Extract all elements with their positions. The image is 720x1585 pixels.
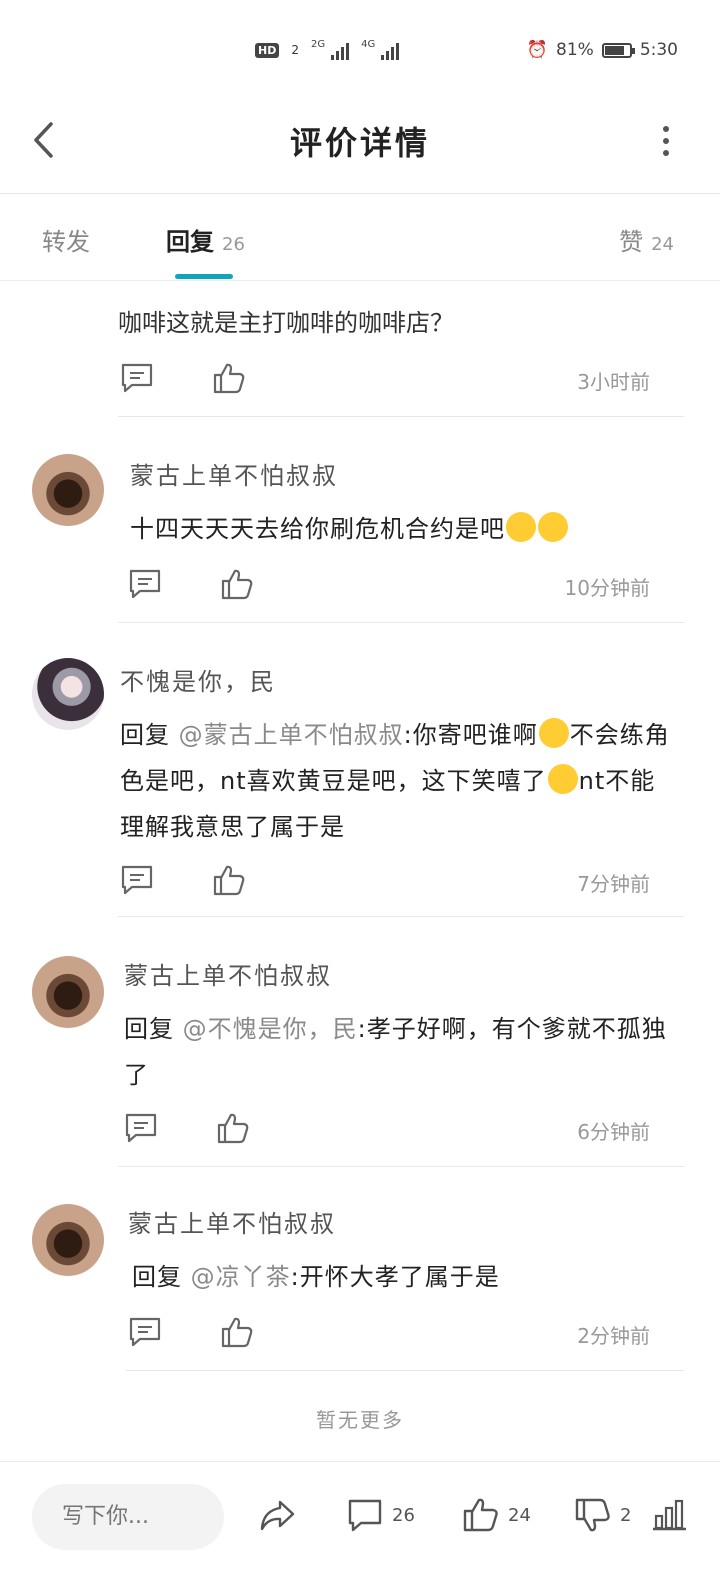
comment-text: 回复 @凉丫茶:开怀大孝了属于是 [132,1263,500,1291]
comment-icon [348,1499,382,1532]
comment-button[interactable]: 26 [346,1496,415,1534]
share-button[interactable] [258,1496,296,1534]
more-dot-icon [663,138,669,144]
network-indicators: HD 2 2G 4G [255,38,400,60]
divider [126,1370,684,1371]
reply-icon[interactable] [124,1112,158,1144]
bar-chart-icon [653,1499,686,1531]
no-more-text: 暂无更多 [316,1408,404,1432]
battery-icon [601,42,635,58]
active-tab-indicator [175,274,233,279]
network-type-2: 4G [361,38,376,50]
header: 评价详情 [0,100,720,194]
tab-forward[interactable]: 转发 [42,222,90,257]
more-dot-icon [663,126,669,132]
comment-time: 10分钟前 [564,576,650,600]
thumbs-up-icon[interactable] [220,1316,254,1348]
hd-badge: HD [255,42,280,58]
comment-count: 26 [392,1504,415,1526]
thumbs-up-icon[interactable] [216,1112,250,1144]
reply-count: 26 [222,234,245,255]
mention-link[interactable]: @凉丫茶 [191,1263,291,1291]
thumbs-down-icon [575,1498,610,1532]
divider [118,916,684,917]
thumbs-up-icon [463,1498,498,1532]
avatar[interactable] [32,658,104,730]
thumbs-up-icon[interactable] [212,864,246,896]
comment-author[interactable]: 蒙古上单不怕叔叔 [128,1204,336,1239]
tab-reply[interactable]: 回复 26 [166,222,245,257]
divider [118,1166,684,1167]
avatar[interactable] [32,454,104,526]
rofl-emoji-icon [547,764,578,794]
divider [118,622,684,623]
sim-number: 2 [291,43,299,57]
dislike-button[interactable]: 2 [574,1496,631,1534]
page-title: 评价详情 [289,124,430,162]
avatar[interactable] [32,956,104,1028]
battery-fill [604,45,625,55]
hugging-emoji-icon [538,718,569,748]
dislike-count: 2 [620,1504,632,1526]
like-count: 24 [508,1504,531,1526]
avatar[interactable] [32,1204,104,1276]
status-bar: HD 2 2G 4G ⏰ 81% 5:30 [0,0,720,100]
like-button[interactable]: 24 [462,1496,531,1534]
mention-link[interactable]: @蒙古上单不怕叔叔 [179,721,404,749]
comment-author[interactable]: 不愧是你，民 [120,662,276,697]
divider [118,416,684,417]
sweat-smile-emoji-icon [538,512,568,542]
more-dot-icon [663,150,669,156]
comment-time: 2分钟前 [577,1324,650,1348]
more-options-button[interactable] [656,126,676,156]
comment-list[interactable]: 咖啡这就是主打咖啡的咖啡店？ 3小时前 蒙古上单不怕叔叔 十四天天天去给你刷危机… [0,280,720,1460]
like-count: 24 [651,234,674,255]
comment-author[interactable]: 蒙古上单不怕叔叔 [130,456,338,491]
sweat-smile-emoji-icon [506,512,536,542]
network-type-1: 2G [310,38,326,50]
tab-bar: 转发 回复 26 赞 24 [0,194,720,281]
thumbs-up-icon[interactable] [220,568,254,600]
signal-icon [381,40,400,60]
reply-icon[interactable] [128,568,162,600]
reply-icon[interactable] [120,362,154,394]
thumbs-up-icon[interactable] [212,362,246,394]
bottom-action-bar: 26 24 2 [0,1461,720,1585]
tab-like[interactable]: 赞 24 [619,222,674,257]
comment-text: 十四天天天去给你刷危机合约是吧 [130,506,690,552]
comment-time: 3小时前 [577,370,650,394]
reply-icon[interactable] [120,864,154,896]
comment-time: 7分钟前 [577,872,650,896]
mention-link[interactable]: @不愧是你，民 [183,1015,358,1043]
signal-icon [331,40,350,60]
stats-button[interactable] [650,1496,688,1534]
alarm-icon: ⏰ [526,40,549,60]
comment-text: 回复 @蒙古上单不怕叔叔:你寄吧谁啊 不会练角色是吧，nt喜欢黄豆是吧，这下笑嘻了… [120,712,680,850]
comment-text: 咖啡这就是主打咖啡的咖啡店？ [118,309,454,337]
clock: 5:30 [639,40,678,60]
comment-author[interactable]: 蒙古上单不怕叔叔 [124,956,332,991]
comment-time: 6分钟前 [577,1120,650,1144]
battery-percent: 81% [556,40,594,60]
comment-input[interactable] [32,1484,224,1550]
share-icon [260,1500,295,1531]
comment-text: 回复 @不愧是你，民:孝子好啊，有个爹就不孤独了 [124,1015,667,1089]
reply-icon[interactable] [128,1316,162,1348]
status-right: ⏰ 81% 5:30 [527,40,678,60]
